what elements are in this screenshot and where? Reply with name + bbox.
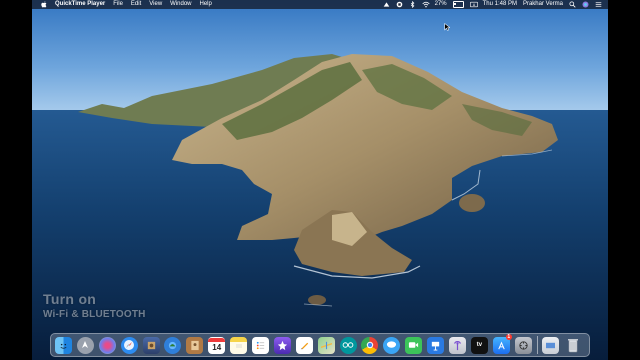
menubar-status-area: 27% A Thu 1:48 PM Prakhar Verma [383, 0, 608, 9]
terminal-icon[interactable] [514, 336, 532, 354]
siri-icon[interactable] [582, 1, 589, 8]
apple-tv-icon[interactable]: tv [470, 336, 488, 354]
notes-icon[interactable] [230, 336, 248, 354]
screen-share-icon[interactable] [383, 1, 390, 8]
calendar-icon[interactable]: 14 [208, 336, 226, 354]
finder-icon[interactable] [55, 336, 72, 354]
desktop-screen: QuickTime Player File Edit View Window H… [32, 0, 608, 360]
imovie-icon[interactable] [273, 336, 291, 354]
wifi-icon[interactable] [421, 1, 430, 8]
launchpad-icon[interactable] [76, 336, 94, 354]
file-menu[interactable]: File [113, 0, 123, 9]
keyboard-input-icon[interactable]: A [469, 1, 478, 8]
help-menu[interactable]: Help [200, 0, 212, 9]
menubar-user-name[interactable]: Prakhar Verma [523, 0, 563, 9]
record-stop-icon[interactable] [396, 1, 403, 8]
window-menu[interactable]: Window [170, 0, 191, 9]
photo-booth-icon[interactable] [142, 336, 160, 354]
calendar-day: 14 [212, 342, 222, 352]
caption-line-2: Wi-Fi & BLUETOOTH [43, 309, 146, 320]
keynote-icon[interactable] [427, 336, 445, 354]
caption-line-1: Turn on [43, 291, 97, 307]
messages-icon[interactable] [383, 336, 401, 354]
trash-icon[interactable] [564, 337, 581, 354]
pages-icon[interactable] [295, 336, 313, 354]
safari-icon[interactable] [120, 336, 138, 354]
app-store-badge: 1 [505, 333, 512, 340]
battery-icon[interactable] [452, 1, 464, 8]
downloads-stack-icon[interactable] [542, 336, 560, 354]
system-settings-icon[interactable] [164, 336, 182, 354]
notification-center-icon[interactable] [595, 1, 602, 8]
mouse-pointer-icon [444, 23, 450, 31]
apple-tv-label: tv [476, 342, 483, 348]
app-store-icon[interactable]: 1 [492, 333, 512, 354]
menu-bar: QuickTime Player File Edit View Window H… [32, 0, 608, 9]
dock-separator [536, 336, 538, 354]
app-name-menu[interactable]: QuickTime Player [55, 0, 105, 9]
menubar-clock[interactable]: Thu 1:48 PM [483, 0, 517, 9]
edit-menu[interactable]: Edit [131, 0, 141, 9]
reminders-icon[interactable] [252, 336, 270, 354]
maps-icon[interactable] [317, 336, 335, 354]
dock: 14 tv 1 [50, 333, 590, 357]
video-caption-overlay: Turn on Wi-Fi & BLUETOOTH [43, 291, 146, 320]
contacts-icon[interactable] [186, 336, 204, 354]
battery-percentage: 27% [434, 1, 447, 7]
facetime-icon[interactable] [405, 336, 423, 354]
svg-text:A: A [472, 3, 475, 7]
view-menu[interactable]: View [149, 0, 162, 9]
apple-menu-icon[interactable] [40, 0, 47, 9]
arduino-icon[interactable] [339, 336, 357, 354]
podcasts-icon[interactable] [449, 336, 467, 354]
spotlight-search-icon[interactable] [569, 1, 576, 8]
system-preferences-icon[interactable] [98, 336, 116, 354]
bluetooth-icon[interactable] [409, 0, 416, 9]
chrome-icon[interactable] [361, 336, 379, 354]
